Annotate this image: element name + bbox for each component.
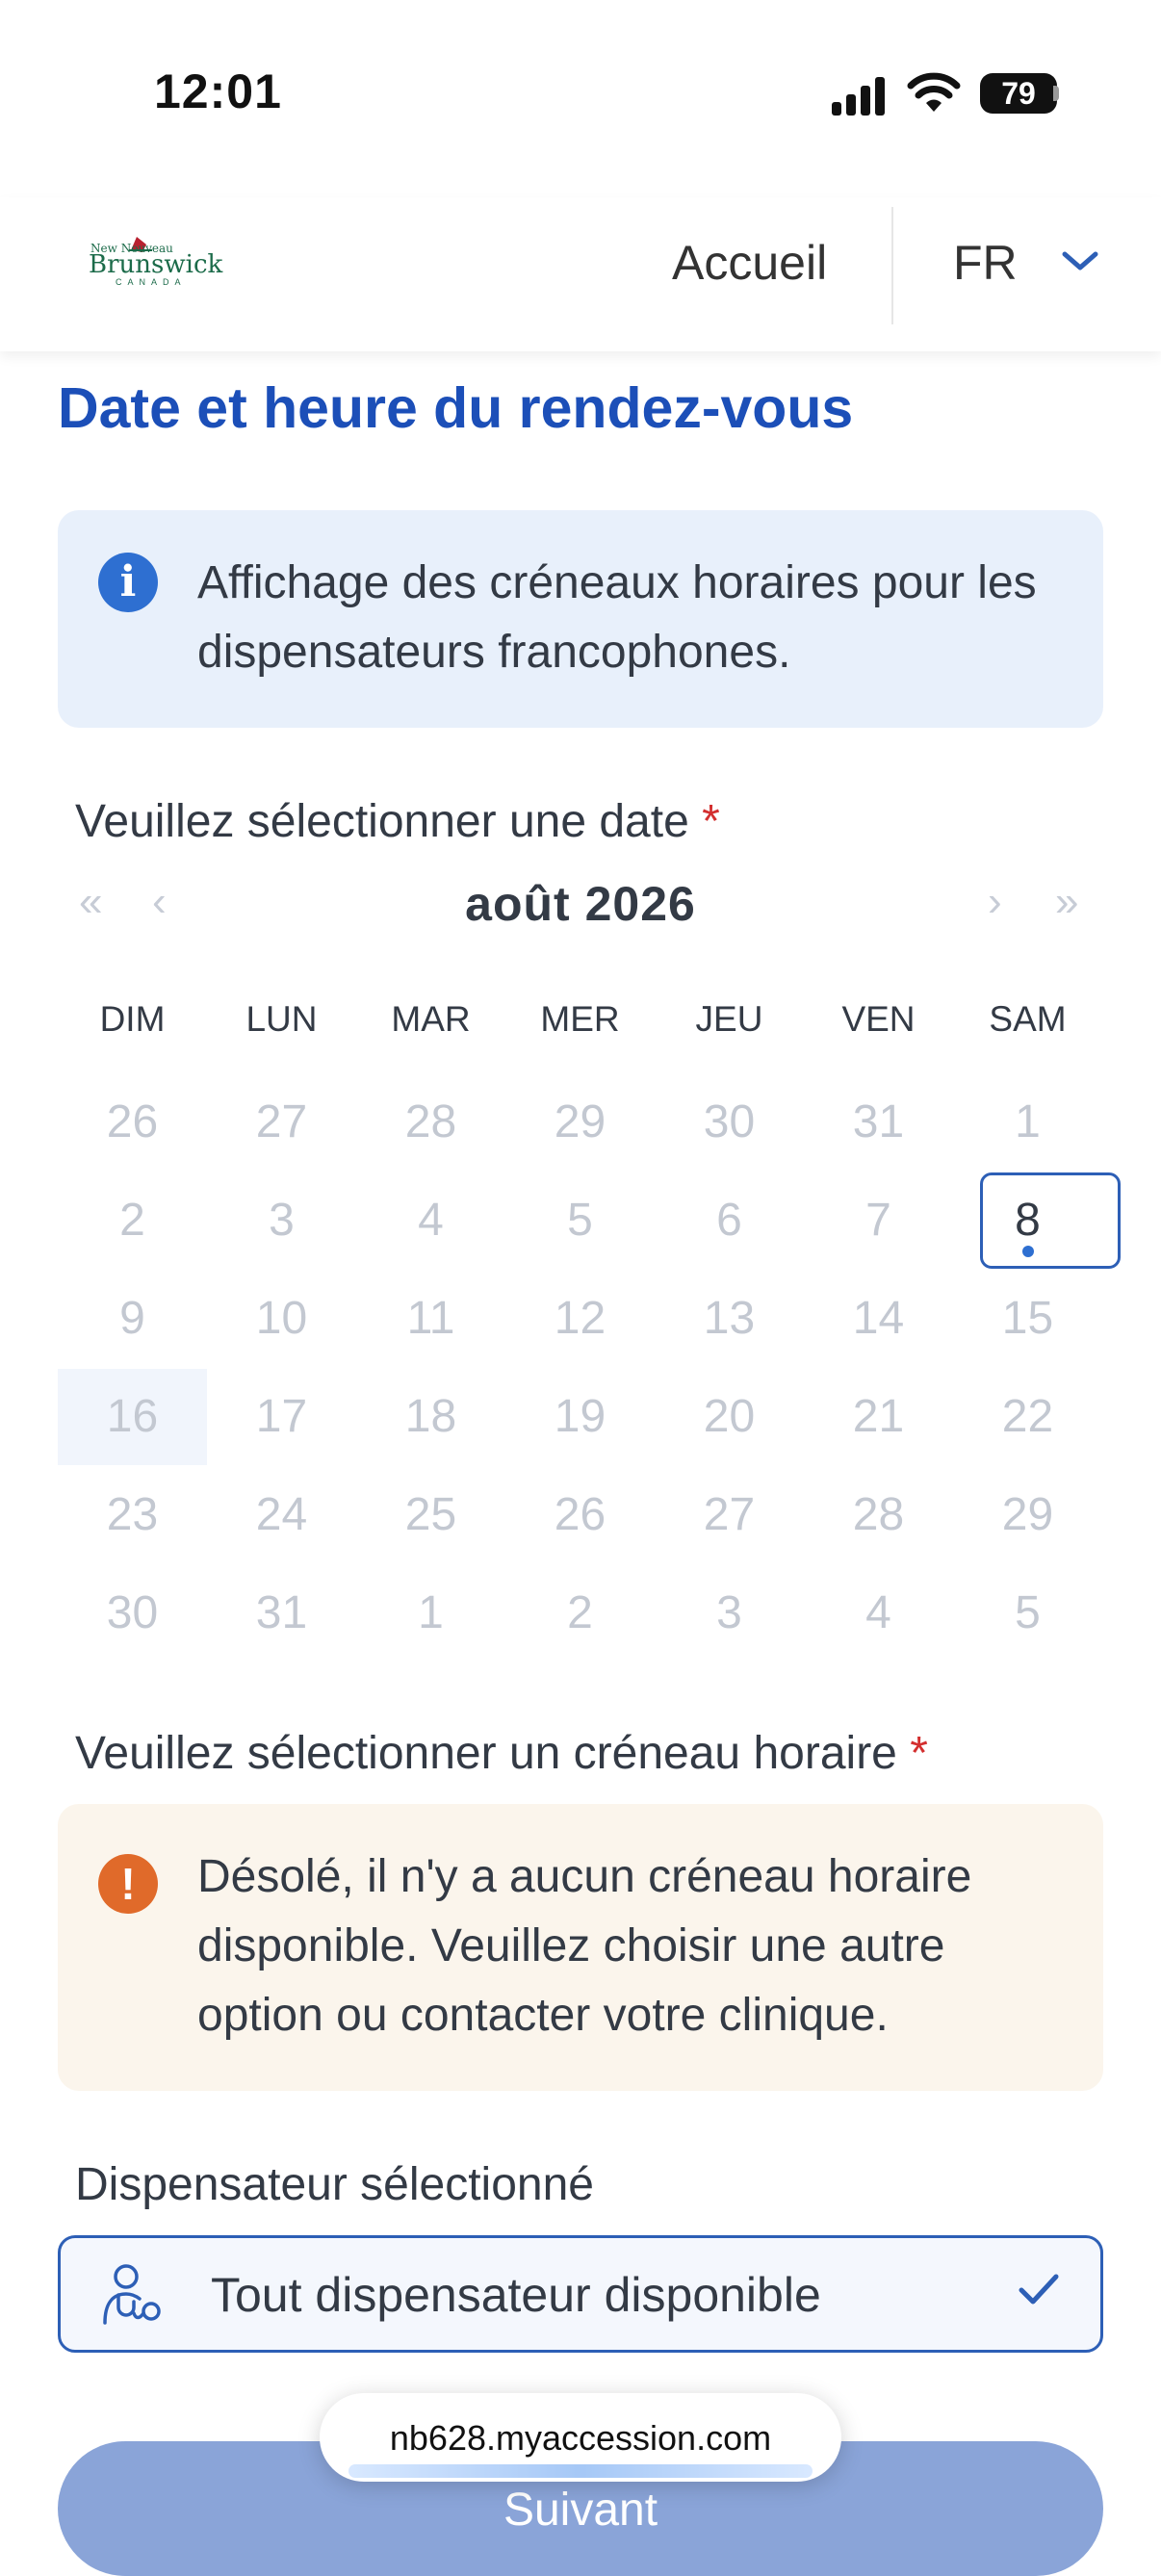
calendar-day[interactable]: 22 bbox=[953, 1369, 1102, 1465]
provider-label: Dispensateur sélectionné bbox=[75, 2159, 594, 2210]
calendar-day[interactable]: 18 bbox=[356, 1369, 505, 1465]
weekday-header: JEU bbox=[695, 999, 763, 1039]
language-select[interactable]: FR bbox=[953, 235, 1126, 302]
availability-dot bbox=[1022, 1246, 1034, 1257]
calendar-day[interactable]: 20 bbox=[655, 1369, 804, 1465]
status-time: 12:01 bbox=[154, 64, 282, 118]
calendar-day[interactable]: 2 bbox=[58, 1172, 207, 1269]
calendar-day[interactable]: 15 bbox=[953, 1271, 1102, 1367]
provider-value: Tout dispensateur disponible bbox=[211, 2268, 821, 2322]
calendar-day[interactable]: 30 bbox=[655, 1074, 804, 1171]
calendar-day[interactable]: 17 bbox=[207, 1369, 356, 1465]
calendar-day[interactable]: 3 bbox=[655, 1565, 804, 1662]
next-button-label: Suivant bbox=[503, 2485, 658, 2536]
weekday-header: DIM bbox=[99, 999, 166, 1039]
info-icon: i bbox=[98, 553, 158, 612]
logo-subtext: CANADA bbox=[116, 277, 187, 287]
weekday-header: MER bbox=[540, 999, 620, 1039]
calendar-day[interactable]: 28 bbox=[356, 1074, 505, 1171]
calendar-day[interactable]: 30 bbox=[58, 1565, 207, 1662]
weekday-header: LUN bbox=[245, 999, 318, 1039]
nb-logo[interactable]: New Nouveau Brunswick CANADA bbox=[87, 231, 222, 289]
wifi-icon bbox=[907, 72, 961, 112]
url-progress-glow bbox=[348, 2464, 813, 2478]
calendar-day[interactable]: 31 bbox=[804, 1074, 953, 1171]
url-text: nb628.myaccession.com bbox=[389, 2418, 772, 2458]
signal-icon bbox=[832, 71, 886, 116]
calendar-day[interactable]: 5 bbox=[953, 1565, 1102, 1662]
calendar-day[interactable]: 26 bbox=[58, 1074, 207, 1171]
calendar-day[interactable]: 27 bbox=[655, 1467, 804, 1563]
calendar-day[interactable]: 25 bbox=[356, 1467, 505, 1563]
calendar-day[interactable]: 28 bbox=[804, 1467, 953, 1563]
calendar-day[interactable]: 16 bbox=[58, 1369, 207, 1465]
required-mark: * bbox=[702, 796, 720, 847]
date-label-text: Veuillez sélectionner une date bbox=[75, 796, 689, 847]
calendar-day[interactable]: 21 bbox=[804, 1369, 953, 1465]
calendar-day[interactable]: 31 bbox=[207, 1565, 356, 1662]
calendar-day[interactable]: 12 bbox=[505, 1271, 655, 1367]
next-year-button[interactable]: » bbox=[1055, 878, 1078, 926]
calendar-day[interactable]: 13 bbox=[655, 1271, 804, 1367]
calendar-day[interactable]: 19 bbox=[505, 1369, 655, 1465]
weekday-header: MAR bbox=[391, 999, 471, 1039]
page-title: Date et heure du rendez-vous bbox=[58, 376, 854, 440]
calendar-day[interactable]: 23 bbox=[58, 1467, 207, 1563]
calendar-day[interactable]: 14 bbox=[804, 1271, 953, 1367]
battery-icon: 79 bbox=[980, 73, 1057, 114]
check-icon bbox=[1019, 2274, 1059, 2305]
calendar-day[interactable]: 4 bbox=[356, 1172, 505, 1269]
date-label: Veuillez sélectionner une date * bbox=[75, 795, 720, 848]
calendar-day[interactable]: 10 bbox=[207, 1271, 356, 1367]
info-alert: i Affichage des créneaux horaires pour l… bbox=[58, 510, 1103, 728]
calendar-day[interactable]: 27 bbox=[207, 1074, 356, 1171]
weekday-header: SAM bbox=[989, 999, 1067, 1039]
calendar-day[interactable]: 1 bbox=[356, 1565, 505, 1662]
calendar-day[interactable]: 2 bbox=[505, 1565, 655, 1662]
nav-home-link[interactable]: Accueil bbox=[672, 235, 827, 291]
exclamation-icon: ! bbox=[98, 1854, 158, 1914]
required-mark: * bbox=[910, 1728, 928, 1779]
calendar-day[interactable]: 24 bbox=[207, 1467, 356, 1563]
calendar-day[interactable]: 7 bbox=[804, 1172, 953, 1269]
slot-label-text: Veuillez sélectionner un créneau horaire bbox=[75, 1728, 897, 1779]
calendar-day[interactable]: 11 bbox=[356, 1271, 505, 1367]
info-text: Affichage des créneaux horaires pour les… bbox=[197, 557, 1037, 678]
slot-label: Veuillez sélectionner un créneau horaire… bbox=[75, 1727, 928, 1780]
language-label: FR bbox=[953, 236, 1018, 290]
weekday-header: VEN bbox=[841, 999, 916, 1039]
battery-cap bbox=[1053, 86, 1059, 101]
calendar-day[interactable]: 9 bbox=[58, 1271, 207, 1367]
browser-url-bar[interactable]: nb628.myaccession.com bbox=[320, 2393, 841, 2482]
header-divider bbox=[891, 207, 893, 324]
no-slots-warning: ! Désolé, il n'y a aucun créneau horaire… bbox=[58, 1804, 1103, 2091]
calendar-day[interactable]: 1 bbox=[953, 1074, 1102, 1171]
next-month-button[interactable]: › bbox=[988, 878, 1002, 926]
logo-text: Brunswick bbox=[89, 250, 223, 279]
calendar-day[interactable]: 3 bbox=[207, 1172, 356, 1269]
stethoscope-doctor-icon bbox=[103, 2264, 161, 2325]
provider-select[interactable]: Tout dispensateur disponible bbox=[58, 2235, 1103, 2353]
calendar-day[interactable]: 26 bbox=[505, 1467, 655, 1563]
calendar-day[interactable]: 5 bbox=[505, 1172, 655, 1269]
calendar-day[interactable]: 29 bbox=[953, 1467, 1102, 1563]
calendar-day[interactable]: 4 bbox=[804, 1565, 953, 1662]
warning-text: Désolé, il n'y a aucun créneau horaire d… bbox=[197, 1851, 972, 2041]
calendar-day[interactable]: 29 bbox=[505, 1074, 655, 1171]
chevron-down-icon bbox=[1062, 251, 1098, 270]
calendar-day[interactable]: 6 bbox=[655, 1172, 804, 1269]
